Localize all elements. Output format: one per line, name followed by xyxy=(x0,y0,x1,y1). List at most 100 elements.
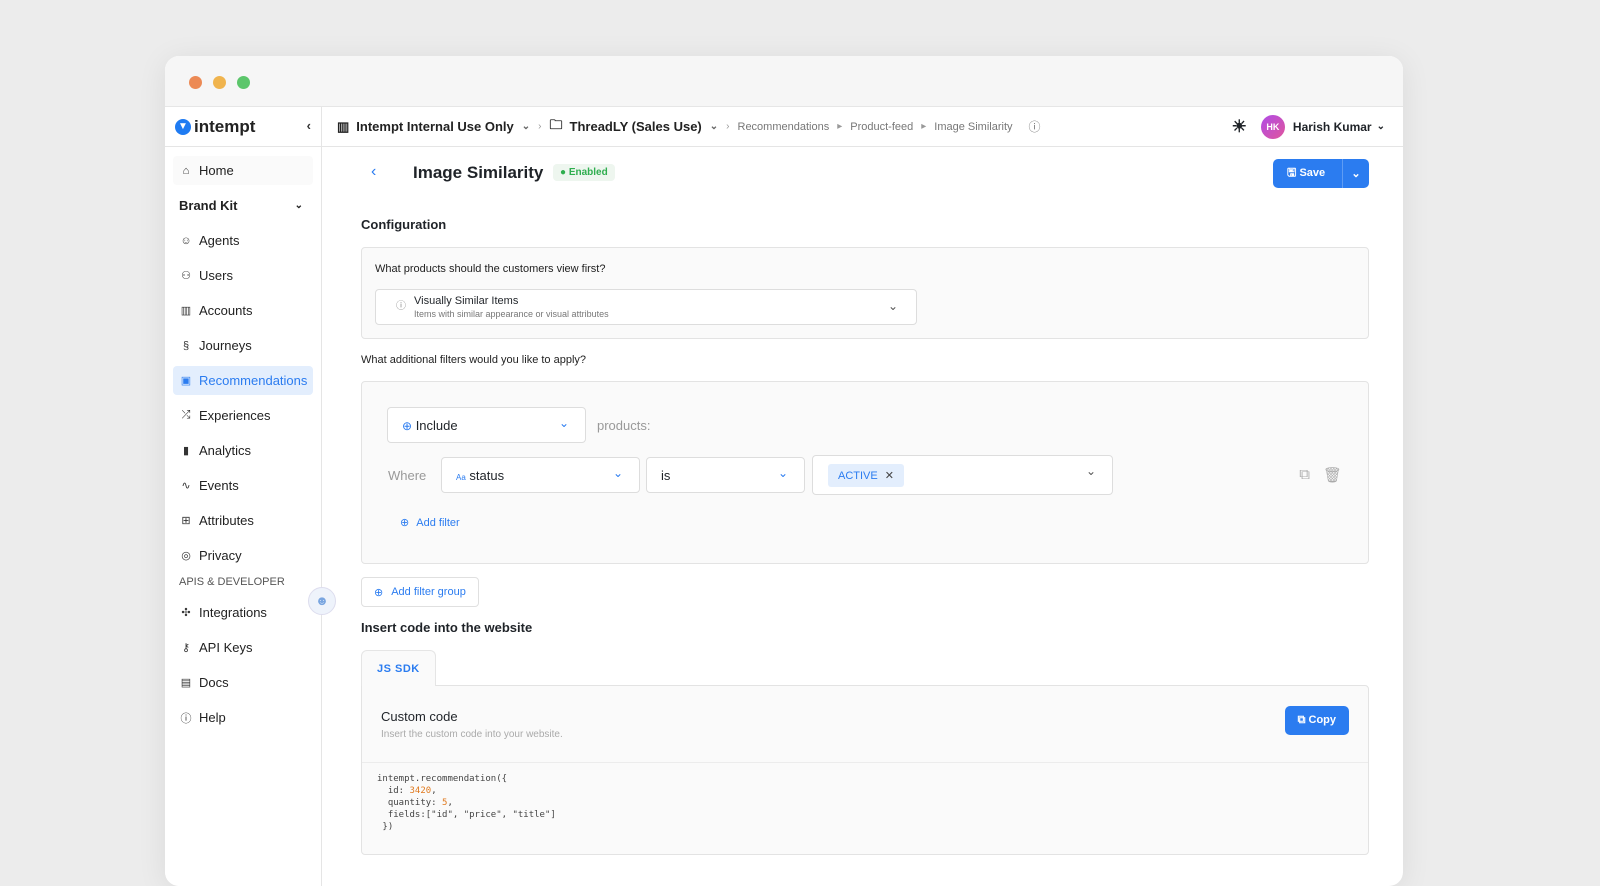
project-selector[interactable]: 🗀 ThreadLY (Sales Use) ⌄ xyxy=(550,116,719,138)
building-icon: ▥ xyxy=(337,118,350,134)
sidebar-item-api-keys[interactable]: ⚷ API Keys xyxy=(173,633,313,662)
trash-icon[interactable]: 🗑 xyxy=(1323,466,1342,484)
products-label: products: xyxy=(597,418,651,433)
code-panel: Custom code Insert the custom code into … xyxy=(361,685,1369,855)
org-selector[interactable]: ▥ Intempt Internal Use Only ⌄ xyxy=(337,119,530,135)
label: Attributes xyxy=(199,513,254,528)
sidebar-item-integrations[interactable]: ✣ Integrations xyxy=(173,598,313,627)
copy-button[interactable]: ⧉ Copy xyxy=(1284,706,1349,735)
separator-icon: ▸ xyxy=(921,121,927,132)
close-window-button[interactable] xyxy=(189,76,202,89)
sidebar-item-brand-kit[interactable]: Brand Kit ⌄ xyxy=(173,191,313,220)
include-select[interactable]: ⊕ Include ⌄ xyxy=(387,407,586,443)
sidebar-item-privacy[interactable]: ◎ Privacy xyxy=(173,541,313,570)
back-button[interactable]: ‹ xyxy=(371,163,376,181)
maximize-window-button[interactable] xyxy=(237,76,250,89)
copy-label: Copy xyxy=(1308,714,1337,726)
code-punct: , xyxy=(447,798,453,808)
logo[interactable]: ▼ intempt ‹ xyxy=(165,107,321,147)
chevron-down-icon: ⌄ xyxy=(1085,464,1096,478)
selected-option-description: Items with similar appearance or visual … xyxy=(414,309,609,319)
key-icon: ⚷ xyxy=(181,642,191,654)
attribute-select[interactable]: Aa status ⌄ xyxy=(441,457,640,493)
app-window: ▼ intempt ‹ ⌂ Home Brand Kit ⌄ ☺ Agents ⚇ User… xyxy=(165,56,1403,886)
sidebar-item-analytics[interactable]: ▮ Analytics xyxy=(173,436,313,465)
minimize-window-button[interactable] xyxy=(213,76,226,89)
insert-code-heading: Insert code into the website xyxy=(361,620,533,635)
user-menu[interactable]: ☀ HK Harish Kumar ⌄ xyxy=(1232,114,1385,139)
user-name: Harish Kumar xyxy=(1292,119,1372,134)
code-line: intempt.recommendation({ xyxy=(377,774,508,784)
sidebar-item-home[interactable]: ⌂ Home xyxy=(173,156,313,185)
sidebar-item-help[interactable]: ⓘ Help xyxy=(173,703,313,732)
label: Privacy xyxy=(199,548,242,563)
sidebar-item-experiences[interactable]: ⤮ Experiences xyxy=(173,401,313,430)
brand-name: intempt xyxy=(194,116,256,136)
label: Help xyxy=(199,710,226,725)
theme-toggle-sun-icon[interactable]: ☀ xyxy=(1232,117,1247,137)
eye-icon: ◎ xyxy=(181,550,191,562)
copy-icon: ⧉ xyxy=(1297,714,1306,726)
code-number: 3420 xyxy=(409,786,432,796)
code-line: id: xyxy=(377,786,410,796)
remove-chip-icon[interactable]: ✕ xyxy=(885,470,894,482)
custom-code-description: Insert the custom code into your website… xyxy=(381,729,563,740)
strategy-select[interactable]: ⓘ Visually Similar Items Items with simi… xyxy=(375,289,917,325)
sidebar-item-accounts[interactable]: ▥ Accounts xyxy=(173,296,313,325)
org-name: Intempt Internal Use Only xyxy=(356,119,514,134)
tab-js-sdk[interactable]: JS SDK xyxy=(361,650,436,686)
chevron-down-icon: ⌄ xyxy=(709,121,719,132)
save-button[interactable]: 🖫 Save xyxy=(1273,159,1343,188)
configuration-box: What products should the customers view … xyxy=(361,247,1369,339)
info-icon: ⓘ xyxy=(396,301,406,312)
collapse-sidebar-icon[interactable]: ‹ xyxy=(307,118,311,133)
route-icon: § xyxy=(182,339,190,352)
label: Accounts xyxy=(199,303,253,318)
table-icon: ⊞ xyxy=(181,515,191,527)
configuration-heading: Configuration xyxy=(361,217,447,232)
label: Users xyxy=(199,268,233,283)
add-filter-label: Add filter xyxy=(416,517,460,529)
breadcrumb-product-feed[interactable]: Product-feed xyxy=(850,121,913,133)
plus-circle-icon: ⊕ xyxy=(374,586,384,599)
sidebar-item-agents[interactable]: ☺ Agents xyxy=(173,226,313,255)
duplicate-icon[interactable]: ⧉ xyxy=(1299,466,1310,483)
sidebar-item-users[interactable]: ⚇ Users xyxy=(173,261,313,290)
sidebar-item-journeys[interactable]: § Journeys xyxy=(173,331,313,360)
label: Recommendations xyxy=(199,373,308,388)
sidebar-item-docs[interactable]: ▤ Docs xyxy=(173,668,313,697)
include-value: Include xyxy=(415,418,458,433)
attribute-value: status xyxy=(469,468,505,483)
filter-group: ⊕ Include ⌄ products: Where Aa status ⌄ is… xyxy=(361,381,1369,564)
status-text: Enabled xyxy=(568,167,608,178)
separator-icon: › xyxy=(726,121,730,132)
save-options-chevron-icon[interactable]: ⌄ xyxy=(1343,167,1369,180)
sidebar-item-events[interactable]: ∿ Events xyxy=(173,471,313,500)
label: API Keys xyxy=(199,640,253,655)
value-select[interactable]: ACTIVE ✕ ⌄ xyxy=(812,455,1113,495)
add-filter-group-label: Add filter group xyxy=(391,586,466,598)
chevron-down-icon: ⌄ xyxy=(294,200,303,211)
recommendation-icon: ▣ xyxy=(180,375,192,387)
label: Home xyxy=(199,163,234,178)
assistant-bot-icon[interactable]: ☻ xyxy=(308,587,336,615)
add-filter-group-button[interactable]: ⊕ Add filter group xyxy=(361,577,479,607)
operator-select[interactable]: is ⌄ xyxy=(646,457,805,493)
label: Integrations xyxy=(199,605,267,620)
code-snippet[interactable]: intempt.recommendation({ id: 3420, quant… xyxy=(362,763,1368,843)
status-badge: ● Enabled xyxy=(553,164,615,181)
puzzle-icon: ✣ xyxy=(181,607,191,619)
breadcrumb-recommendations[interactable]: Recommendations xyxy=(738,121,830,133)
where-label: Where xyxy=(388,468,427,483)
label: Brand Kit xyxy=(179,198,238,213)
separator-icon: ▸ xyxy=(837,121,843,132)
sidebar-item-attributes[interactable]: ⊞ Attributes xyxy=(173,506,313,535)
users-icon: ⚇ xyxy=(181,270,191,282)
help-icon[interactable]: ⓘ xyxy=(1029,118,1041,135)
code-line: quantity: xyxy=(377,798,443,808)
chevron-down-icon: ⌄ xyxy=(777,466,788,480)
add-filter-button[interactable]: ⊕ Add filter xyxy=(400,516,460,529)
home-icon: ⌂ xyxy=(182,164,190,177)
sidebar-item-recommendations[interactable]: ▣ Recommendations xyxy=(173,366,313,395)
main-content: ‹ Image Similarity ● Enabled 🖫 Save ⌄ Con… xyxy=(361,147,1369,855)
